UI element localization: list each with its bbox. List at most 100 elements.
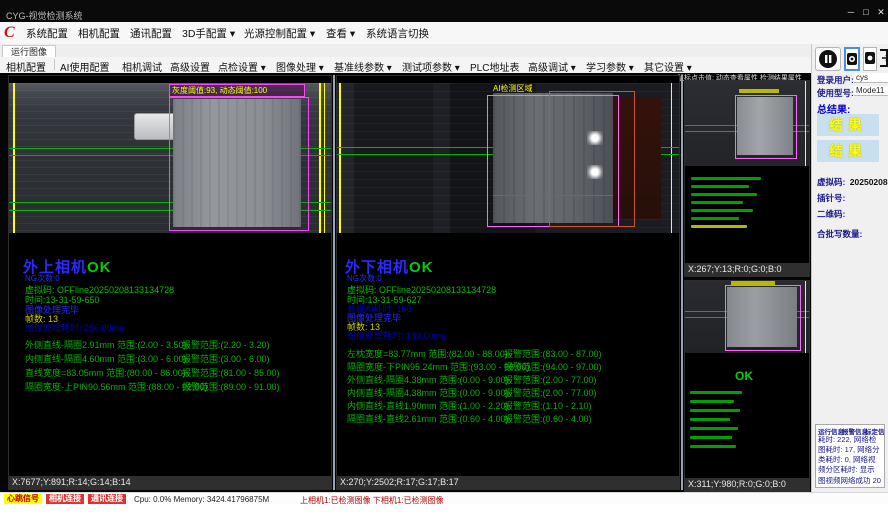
left-camera-panel: 灰度阈值:93, 动态阈值:100 外上相机OK NG次数:0 虚拟码: OFF… xyxy=(8,75,332,490)
splitter[interactable] xyxy=(333,75,335,490)
window-title: CYG-视觉检测系统 xyxy=(6,9,83,22)
field-qr-code: 二维码: xyxy=(817,204,845,222)
alarm-range: 报警范围:(83.00 - 87.00) xyxy=(504,347,602,360)
app-window: CYG-视觉检测系统 ─ □ ✕ C 系统配置 相机配置 通讯配置 3D手配置 … xyxy=(0,0,888,504)
tool-plc-table[interactable]: PLC地址表 xyxy=(470,59,519,74)
yellow-guide-line xyxy=(671,83,672,233)
record-button[interactable] xyxy=(863,47,877,71)
alarm-range: 报警范围:(81.00 - 85.00) xyxy=(182,366,280,379)
micro-text-line xyxy=(691,185,749,188)
login-user-label: 登录用户: xyxy=(817,74,854,86)
threshold-label: 灰度阈值:93, 动态阈值:100 xyxy=(169,84,305,97)
tool-other-settings[interactable]: 其它设置 ▾ xyxy=(644,59,692,74)
menu-bar: C 系统配置 相机配置 通讯配置 3D手配置 ▾ 光源控制配置 ▾ 查看 ▾ 系… xyxy=(0,22,888,45)
tool-ai-use-config[interactable]: AI使用配置 xyxy=(60,59,109,74)
toolbar-divider xyxy=(54,59,55,70)
measurement-value: 直线宽度=83.05mm 范围:(80.00 - 86.00) xyxy=(25,368,186,378)
field-label: 虚拟码: xyxy=(817,177,845,187)
camera-icon xyxy=(846,49,858,69)
measurement-value: 外侧直线-隔圈2.91mm 范围:(2.00 - 3.50) xyxy=(25,340,187,350)
tool-advanced-debug[interactable]: 高级调试 ▾ xyxy=(528,59,576,74)
left-coordinate-bar: X:7677;Y:891;R:14;G:14;B:14 xyxy=(9,476,331,489)
tool-advanced-settings[interactable]: 高级设置 xyxy=(170,59,210,74)
small-view-top: X:267;Y:13;R:0;G:0;B:0 xyxy=(684,80,810,277)
tool-camera-config[interactable]: 相机配置 xyxy=(6,59,46,74)
pause-button[interactable] xyxy=(815,47,841,71)
field-value: 20250208 xyxy=(850,177,888,187)
alarm-range: 报警范围:(2.00 - 77.00) xyxy=(504,373,597,386)
maximize-button[interactable]: □ xyxy=(859,6,873,18)
measurement-row: 隔圈宽度-下PIN95.24mm 范围:(93.00 - 98.00) 报警范围… xyxy=(347,360,677,373)
measurement-row: 直线宽度=83.05mm 范围:(80.00 - 86.00) 报警范围:(81… xyxy=(25,366,325,379)
cpu-memory-text: Cpu: 0.0% Memory: 3424.41796875M xyxy=(134,495,269,504)
measurement-row: 左枕宽度=83.77mm 范围:(82.00 - 88.00) 报警范围:(83… xyxy=(347,347,677,360)
measurement-value: 隔圈直线-直线2.61mm 范围:(0.60 - 4.00) xyxy=(347,414,509,424)
record-icon xyxy=(864,48,876,68)
micro-text-line xyxy=(690,400,734,403)
measurement-row: 外侧直线-隔圈2.91mm 范围:(2.00 - 3.50) 报警范围:(2.2… xyxy=(25,338,325,351)
model-value[interactable]: Mode11 xyxy=(854,86,888,96)
left-camera-image[interactable]: 灰度阈值:93, 动态阈值:100 xyxy=(9,83,331,233)
micro-text-line xyxy=(690,391,742,394)
splitter[interactable] xyxy=(681,75,683,490)
menu-light-config[interactable]: 光源控制配置 ▾ xyxy=(244,26,315,41)
log-text: 耗时: 222, 网络检图耗时: 17, 网络分类耗时: 0, 网络视频分区耗时… xyxy=(818,435,882,488)
camera-toggle-button[interactable] xyxy=(844,47,860,71)
tool-spot-check[interactable]: 点检设置 ▾ xyxy=(218,59,266,74)
tool-camera-debug[interactable]: 相机调试 xyxy=(122,59,162,74)
middle-camera-image[interactable]: AI检测区域 xyxy=(337,83,679,233)
measurement-row: 隔圈直线-直线2.61mm 范围:(0.60 - 4.00) 报警范围:(0.6… xyxy=(347,412,677,425)
measurement-value: 隔圈宽度-上PIN90.56mm 范围:(88.00 - 92.00) xyxy=(25,382,208,392)
alarm-range: 报警范围:(2.00 - 77.00) xyxy=(504,386,597,399)
small-result-ok: OK xyxy=(735,369,753,383)
status-bar: 心跳信号 相机连接 通讯连接 Cpu: 0.0% Memory: 3424.41… xyxy=(0,492,888,504)
ai-roi-rectangle xyxy=(549,91,635,227)
login-user-value[interactable]: cys xyxy=(854,73,888,83)
micro-text-line xyxy=(691,201,743,204)
menu-system-config[interactable]: 系统配置 xyxy=(26,26,68,41)
alarm-range: 报警范围:(1.10 - 2.10) xyxy=(504,399,592,412)
menu-language-switch[interactable]: 系统语言切换 xyxy=(366,26,429,41)
toolbar: 相机配置 AI使用配置 相机调试 高级设置 点检设置 ▾ 图像处理 ▾ 基准线参… xyxy=(0,57,888,74)
measurement-value: 隔圈宽度-下PIN95.24mm 范围:(93.00 - 98.00) xyxy=(347,362,530,372)
tool-test-params[interactable]: 测试项参数 ▾ xyxy=(402,59,460,74)
log-box[interactable]: 运行信息 报警信息 标定信息 耗时: 222, 网络检图耗时: 17, 网络分类… xyxy=(815,424,885,488)
menu-camera-config[interactable]: 相机配置 xyxy=(78,26,120,41)
measurement-row: 隔圈宽度-上PIN90.56mm 范围:(88.00 - 92.00) 报警范围… xyxy=(25,380,325,393)
small-top-image[interactable] xyxy=(685,81,809,166)
tool-learn-params[interactable]: 学习参数 ▾ xyxy=(586,59,634,74)
micro-text-line xyxy=(691,225,747,228)
tool-baseline-params[interactable]: 基准线参数 ▾ xyxy=(334,59,392,74)
middle-camera-panel: AI检测区域 外下相机OK NG次数:0 虚拟码: OFFline2025020… xyxy=(336,75,680,490)
ai-region-label: AI检测区域 xyxy=(493,83,533,94)
micro-text-line xyxy=(691,209,753,212)
measurement-row: 内侧直线-隔圈4.60mm 范围:(3.00 - 6.00) 报警范围:(3.0… xyxy=(25,352,325,365)
close-button[interactable]: ✕ xyxy=(874,6,888,18)
measurement-row: 外侧直线-隔圈4.38mm 范围:(0.00 - 9.00) 报警范围:(2.0… xyxy=(347,373,677,386)
measurement-value: 内侧直线-隔圈4.60mm 范围:(3.00 - 6.00) xyxy=(25,354,187,364)
roi-rectangle xyxy=(169,97,309,231)
minimize-button[interactable]: ─ xyxy=(844,6,858,18)
measurement-value: 内侧直线-隔圈4.38mm 范围:(0.00 - 9.00) xyxy=(347,388,509,398)
measurement-row: 内侧直线-直线1.90mm 范围:(1.00 - 2.20) 报警范围:(1.1… xyxy=(347,399,677,412)
yellow-guide-line xyxy=(805,81,806,166)
model-label: 使用型号: xyxy=(817,87,854,99)
exit-button[interactable] xyxy=(879,47,888,71)
measurement-row: 内侧直线-隔圈4.38mm 范围:(0.00 - 9.00) 报警范围:(2.0… xyxy=(347,386,677,399)
menu-comm-config[interactable]: 通讯配置 xyxy=(130,26,172,41)
camera-status-text: 上相机1:已检测图像 下相机1:已检测图像 xyxy=(300,495,444,504)
menu-3d-hand-config[interactable]: 3D手配置 ▾ xyxy=(182,26,235,41)
result-ok: OK xyxy=(409,259,434,276)
highlight-spot xyxy=(587,165,603,179)
roi-rectangle xyxy=(725,285,801,351)
roi-rectangle xyxy=(735,95,797,159)
small-bottom-image[interactable] xyxy=(685,281,809,353)
tool-image-process[interactable]: 图像处理 ▾ xyxy=(276,59,324,74)
menu-view[interactable]: 查看 ▾ xyxy=(326,26,355,41)
alarm-range: 报警范围:(3.00 - 6.00) xyxy=(182,352,270,365)
field-batch-write-count: 合批写数量: xyxy=(817,224,862,242)
result-box-2: 结果 xyxy=(817,140,879,162)
micro-text-line xyxy=(690,445,736,448)
small-view-bottom: OK X:311;Y:980;R:0;G:0;B:0 xyxy=(684,280,810,492)
field-label: 插针号: xyxy=(817,193,845,203)
